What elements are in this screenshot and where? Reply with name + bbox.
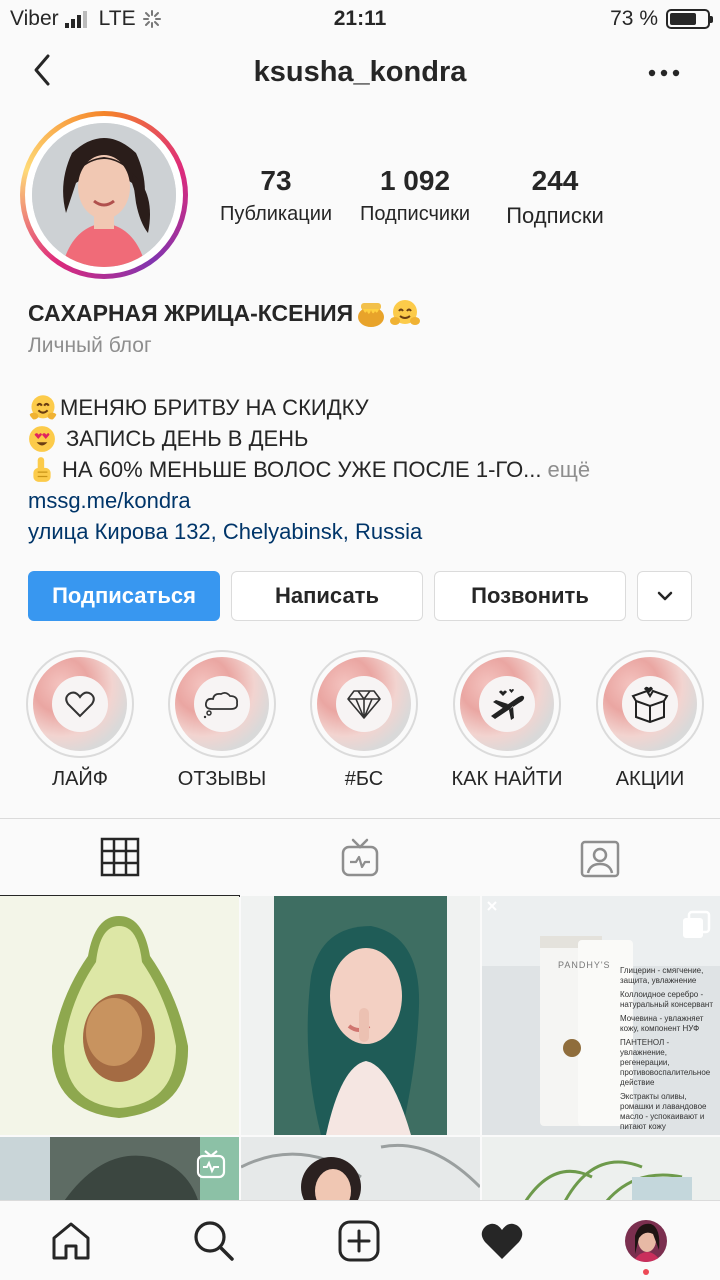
post-thumbnail[interactable] — [0, 1137, 239, 1206]
heart-icon — [65, 691, 95, 718]
diamond-icon — [347, 690, 381, 719]
bottom-navigation — [0, 1200, 720, 1280]
hugging-face-icon — [390, 300, 421, 325]
profile-category: Личный блог — [28, 334, 152, 357]
search-icon — [194, 1221, 234, 1261]
profile-bio: САХАРНАЯ ЖРИЦА-КСЕНИЯ Личный блог МЕНЯЮ … — [28, 296, 708, 547]
bio-line: МЕНЯЮ БРИТВУ НА СКИДКУ — [28, 392, 708, 423]
pointing-up-icon — [33, 456, 51, 482]
avatar-photo — [32, 123, 176, 267]
home-icon — [52, 1222, 90, 1260]
airplane-icon — [491, 689, 525, 720]
bio-text: ЗАПИСЬ ДЕНЬ В ДЕНЬ — [66, 426, 309, 451]
close-icon — [487, 901, 497, 911]
product-feature: Коллоидное серебро - натуральный консерв… — [620, 990, 713, 1009]
nav-home[interactable] — [45, 1215, 97, 1267]
nav-new-post[interactable] — [333, 1215, 385, 1267]
highlight-label: АКЦИИ — [615, 768, 685, 790]
notification-dot — [643, 1269, 649, 1275]
website-link[interactable]: mssg.me/kondra — [28, 485, 708, 516]
follow-button[interactable]: Подписаться — [28, 571, 220, 621]
ellipsis-icon — [648, 69, 680, 77]
highlight-item[interactable]: ОТЗЫВЫ — [166, 650, 278, 791]
product-feature: ПАНТЕНОЛ - увлажнение, регенерации, прот… — [620, 1038, 711, 1087]
highlight-label: ОТЗЫВЫ — [177, 768, 267, 790]
bio-line: ЗАПИСЬ ДЕНЬ В ДЕНЬ — [28, 423, 708, 454]
suggestions-dropdown-button[interactable] — [637, 571, 692, 621]
grid-icon — [100, 837, 140, 877]
profile-avatar[interactable] — [20, 111, 188, 279]
nav-activity[interactable] — [476, 1215, 528, 1267]
call-button[interactable]: Позвонить — [434, 571, 626, 621]
page-title: ksusha_kondra — [253, 56, 467, 88]
post-thumbnail[interactable] — [241, 1137, 480, 1206]
tagged-user-icon — [580, 840, 620, 878]
post-thumbnail[interactable]: PANDHY'S Глицерин - смягчение, защита, у… — [482, 896, 720, 1135]
posts-grid: PANDHY'S Глицерин - смягчение, защита, у… — [0, 896, 720, 1206]
highlight-label: ЛАЙФ — [51, 768, 109, 790]
more-options-button[interactable] — [644, 58, 684, 88]
battery-percent: 73 % — [610, 7, 658, 30]
highlight-item[interactable]: #БС — [308, 650, 420, 791]
followers-label: Подписчики — [359, 203, 471, 225]
following-count[interactable]: 244 Подписки — [490, 165, 620, 229]
nav-profile[interactable] — [620, 1215, 672, 1275]
igtv-icon — [341, 838, 379, 877]
address-link[interactable]: улица Кирова 132, Chelyabinsk, Russia — [28, 516, 708, 547]
highlight-item[interactable]: ЛАЙФ — [24, 650, 136, 791]
profile-stats: 73 Публикации 1 092 Подписчики 244 Подпи… — [210, 165, 620, 235]
product-feature: Мочевина - увлажняет кожу, компонент НУФ — [620, 1014, 704, 1033]
following-label: Подписки — [506, 203, 604, 228]
highlight-item[interactable]: КАК НАЙТИ — [451, 650, 563, 791]
heart-eyes-icon — [29, 425, 55, 452]
post-thumbnail[interactable] — [0, 896, 239, 1135]
posts-count[interactable]: 73 Публикации — [210, 165, 342, 226]
following-value: 244 — [531, 165, 579, 196]
tab-grid[interactable] — [0, 819, 240, 897]
followers-value: 1 092 — [379, 165, 451, 196]
carousel-icon — [683, 910, 711, 938]
posts-label: Публикации — [219, 203, 333, 225]
product-brand: PANDHY'S — [558, 960, 611, 970]
profile-name: САХАРНАЯ ЖРИЦА-КСЕНИЯ — [28, 299, 354, 326]
post-thumbnail[interactable] — [482, 1137, 720, 1206]
gift-box-icon — [631, 686, 669, 723]
status-bar: Viber LTE 21:11 73 % — [0, 0, 720, 38]
profile-header: ksusha_kondra — [0, 44, 720, 104]
bio-more-link[interactable]: ещё — [548, 454, 591, 485]
highlight-label: КАК НАЙТИ — [451, 768, 563, 790]
profile-tabs — [0, 818, 720, 897]
product-feature: Глицерин - смягчение, защита, увлажнение — [620, 966, 704, 985]
followers-count[interactable]: 1 092 Подписчики — [350, 165, 480, 226]
post-thumbnail[interactable] — [241, 896, 480, 1135]
speech-cloud-icon — [203, 691, 239, 719]
add-post-icon — [338, 1220, 380, 1262]
bio-line: НА 60% МЕНЬШЕ ВОЛОС УЖЕ ПОСЛЕ 1-ГО... ещ… — [28, 454, 708, 485]
avatar — [625, 1220, 667, 1262]
highlight-item[interactable]: АКЦИИ — [594, 650, 706, 791]
product-feature: Экстракты оливы, ромашки и лавандовое ма… — [620, 1092, 707, 1131]
nav-search[interactable] — [188, 1215, 240, 1267]
tab-igtv[interactable] — [240, 819, 480, 897]
honey-pot-icon — [358, 303, 385, 327]
message-button[interactable]: Написать — [231, 571, 423, 621]
battery-icon — [666, 9, 713, 29]
tab-tagged[interactable] — [480, 819, 720, 897]
heart-icon — [481, 1223, 523, 1259]
highlight-label: #БС — [344, 768, 384, 790]
hugging-face-icon — [29, 394, 57, 420]
bio-text: НА 60% МЕНЬШЕ ВОЛОС УЖЕ ПОСЛЕ 1-ГО... — [62, 457, 542, 482]
chevron-down-icon — [657, 591, 672, 601]
posts-value: 73 — [260, 165, 292, 196]
bio-text: МЕНЯЮ БРИТВУ НА СКИДКУ — [60, 395, 369, 420]
igtv-icon — [196, 1150, 226, 1179]
